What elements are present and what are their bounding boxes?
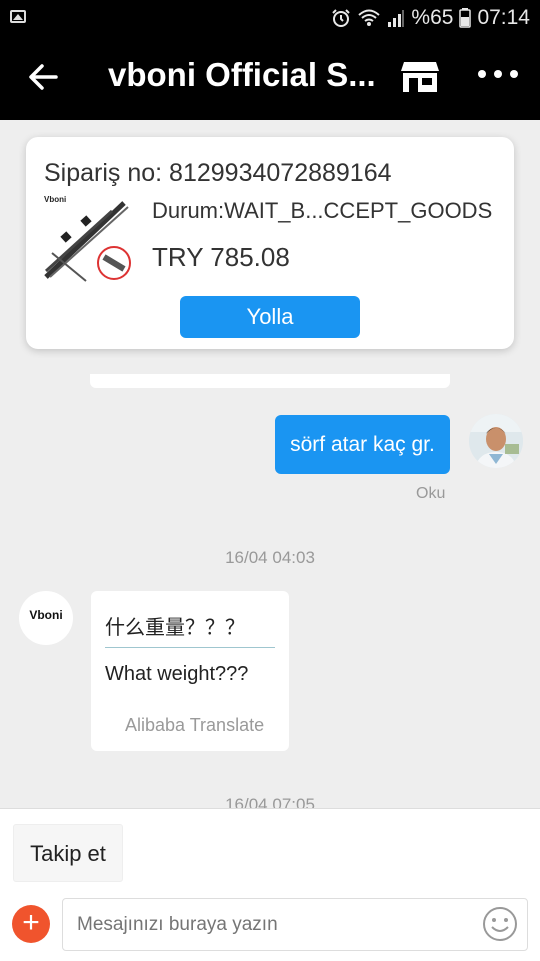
my-message-bubble[interactable]: sörf atar kaç gr.: [275, 415, 450, 474]
send-order-button[interactable]: Yolla: [180, 296, 360, 338]
clock: 07:14: [477, 6, 530, 29]
signal-icon: [388, 10, 405, 27]
product-brand: Vboni: [44, 195, 67, 204]
order-number: Sipariş no: 8129934072889164: [44, 159, 392, 187]
product-image[interactable]: Vboni: [42, 193, 134, 285]
back-arrow-icon[interactable]: [26, 60, 60, 94]
more-icon[interactable]: [478, 70, 518, 82]
shop-avatar-text: Vboni: [29, 608, 63, 622]
order-status: Durum:WAIT_B...CCEPT_GOODS: [152, 198, 493, 223]
image-icon: [10, 10, 26, 23]
emoji-icon[interactable]: [482, 906, 518, 942]
order-card[interactable]: Sipariş no: 8129934072889164 Vboni Durum…: [26, 137, 514, 349]
translation-divider: [105, 647, 275, 648]
message-input[interactable]: [62, 898, 528, 951]
my-avatar[interactable]: [469, 414, 523, 468]
plus-icon[interactable]: +: [12, 905, 50, 943]
shop-avatar[interactable]: Vboni: [19, 591, 73, 645]
bottom-bar: Takip et +: [0, 808, 540, 961]
original-message: 什么重量？？？: [105, 617, 245, 639]
store-icon[interactable]: [400, 60, 440, 94]
order-price: TRY 785.08: [152, 242, 290, 272]
fishing-rod-image: [44, 201, 131, 282]
user-photo: [469, 414, 523, 468]
app-bar: vboni Official S...: [0, 36, 540, 120]
battery-icon: [459, 8, 472, 28]
read-status: Oku: [416, 485, 446, 502]
translated-message: What weight???: [105, 663, 249, 685]
wifi-icon: [358, 9, 381, 26]
status-bar: %65 07:14: [0, 0, 540, 36]
shop-message-bubble[interactable]: 什么重量？？？ What weight??? Alibaba Translate: [91, 591, 289, 751]
status-right: %65 07:14: [331, 6, 530, 30]
chat-title: vboni Official S...: [108, 56, 376, 93]
timestamp: 16/04 04:03: [225, 548, 315, 567]
alarm-icon: [332, 9, 351, 27]
follow-button[interactable]: Takip et: [13, 824, 123, 882]
translator-credit: Alibaba Translate: [125, 715, 265, 735]
battery-percent: %65: [411, 6, 454, 29]
previous-message-bubble: [90, 374, 450, 388]
